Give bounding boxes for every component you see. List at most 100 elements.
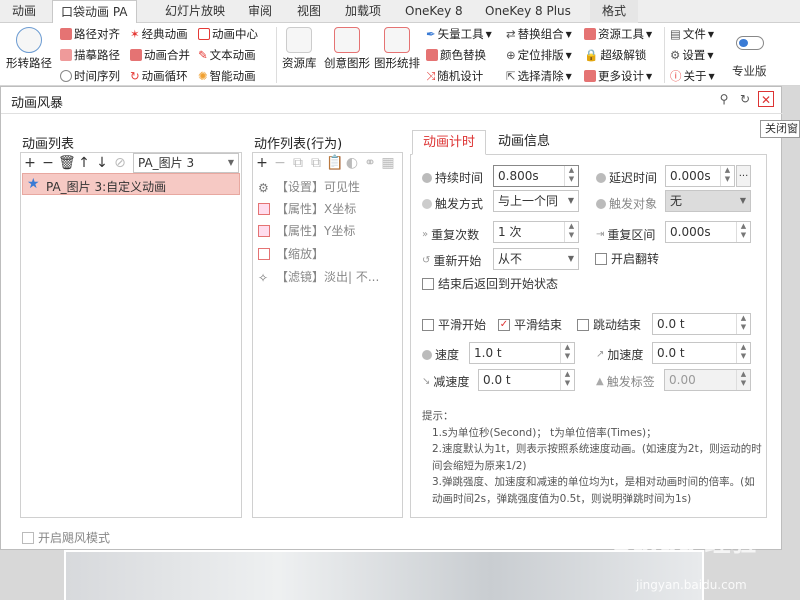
storm-mode-checkbox[interactable]: 开启飓风模式 <box>22 529 110 546</box>
shape-arrange-icon <box>384 27 410 53</box>
accel-field[interactable]: 0.0 t ▲ ▼ <box>652 342 751 364</box>
move-up-icon[interactable]: ↑ <box>76 154 92 172</box>
target-icon: ⊕ <box>506 48 516 62</box>
action-item[interactable]: ✧ 【滤镜】淡出| 不... <box>258 268 379 285</box>
resource-tool-button[interactable]: 资源工具 ▼ <box>584 26 652 42</box>
bounce-field[interactable]: 0.0 t ▲ ▼ <box>652 313 751 335</box>
super-unlock-button[interactable]: 🔒 超级解锁 <box>584 47 646 63</box>
position-layout-button[interactable]: ⊕ 定位排版 ▼ <box>506 47 572 63</box>
action-item[interactable]: ⚙ 【设置】可见性 <box>258 178 360 195</box>
path-align-button[interactable]: 路径对齐 <box>60 26 120 42</box>
tab-addins[interactable]: 加载项 <box>345 0 381 23</box>
checkbox-box[interactable] <box>22 531 34 544</box>
trigger-tag-field[interactable]: 0.00 ▲ ▼ <box>664 369 751 391</box>
paste-action-icon[interactable]: 📋 <box>326 154 343 172</box>
stepper-icon[interactable]: ▲ ▼ <box>560 343 574 363</box>
tab-info[interactable]: 动画信息 <box>488 130 560 155</box>
action-item[interactable]: 【属性】X坐标 <box>258 200 356 217</box>
action-item[interactable]: 【属性】Y坐标 <box>258 222 355 239</box>
vector-tool-button[interactable]: ✒ 矢量工具 ▼ <box>426 26 492 42</box>
anim-select-combo[interactable]: PA_图片 3 ▼ <box>133 153 239 173</box>
add-icon[interactable]: + <box>22 154 38 172</box>
more-options-button[interactable]: ... <box>736 165 751 187</box>
file-menu-button[interactable]: ▤ 文件 ▼ <box>670 26 714 42</box>
remove-icon[interactable]: − <box>40 154 56 172</box>
shape-arrange-button[interactable]: 图形统排 <box>374 27 420 71</box>
tab-format[interactable]: 格式 <box>590 0 639 23</box>
target-label: 触发对象 <box>596 195 657 212</box>
time-sequence-button[interactable]: 时间序列 <box>60 68 120 84</box>
copy-action-icon[interactable]: ⧉ <box>290 154 306 172</box>
stepper-icon[interactable]: ▲ ▼ <box>720 166 734 186</box>
tab-pocket-animation[interactable]: 口袋动画 PA <box>52 0 137 23</box>
smooth-end-checkbox[interactable]: ✓ 平滑结束 <box>498 316 562 333</box>
tab-animation[interactable]: 动画 <box>12 0 36 23</box>
creative-shape-button[interactable]: 创意图形 <box>324 27 370 71</box>
resource-library-button[interactable]: 资源库 <box>282 27 317 71</box>
repeat-field[interactable]: 1 次 ▲ ▼ <box>493 221 579 243</box>
pro-toggle[interactable] <box>736 36 764 50</box>
stepper-icon[interactable]: ▲ ▼ <box>736 222 750 242</box>
trace-path-button[interactable]: 描摹路径 <box>60 47 120 63</box>
cut-action-icon[interactable]: ⧉ <box>308 154 324 172</box>
speed-label: 速度 <box>422 346 459 363</box>
smooth-start-label: 平滑开始 <box>438 318 487 332</box>
trash-icon[interactable]: 🗑 <box>58 154 76 172</box>
toggle-action-icon[interactable]: ◐ <box>344 154 360 172</box>
tab-slideshow[interactable]: 幻灯片放映 <box>165 0 225 23</box>
copy-icon[interactable]: ⊘ <box>112 154 128 172</box>
anim-loop-button[interactable]: ↻ 动画循环 <box>130 68 188 84</box>
checkbox-box[interactable] <box>577 318 589 331</box>
return-start-checkbox[interactable]: 结束后返回到开始状态 <box>422 275 558 292</box>
target-select[interactable]: 无 ▼ <box>665 190 751 212</box>
stepper-icon[interactable]: ▲ ▼ <box>560 370 574 390</box>
stepper-icon[interactable]: ▲ ▼ <box>564 166 578 186</box>
move-down-icon[interactable]: ↓ <box>94 154 110 172</box>
tab-timing[interactable]: 动画计时 <box>412 130 487 155</box>
checkbox-checked[interactable]: ✓ <box>498 318 510 331</box>
text-anim-button[interactable]: ✎ 文本动画 <box>198 47 256 63</box>
refresh-icon[interactable]: ↻ <box>737 91 753 107</box>
repeat-range-field[interactable]: 0.000s ▲ ▼ <box>665 221 751 243</box>
smart-anim-button[interactable]: ✺ 智能动画 <box>198 68 256 84</box>
classic-anim-button[interactable]: ✶ 经典动画 <box>130 26 188 42</box>
delay-field[interactable]: 0.000s ▲ ▼ <box>665 165 735 187</box>
tab-view[interactable]: 视图 <box>297 0 321 23</box>
decel-field[interactable]: 0.0 t ▲ ▼ <box>478 369 575 391</box>
stepper-icon[interactable]: ▲ ▼ <box>736 314 750 334</box>
random-design-button[interactable]: ⤨ 随机设计 <box>426 68 483 84</box>
flip-checkbox[interactable]: 开启翻转 <box>595 250 659 267</box>
close-button[interactable]: ✕ <box>758 91 774 107</box>
speed-field[interactable]: 1.0 t ▲ ▼ <box>469 342 575 364</box>
action-item[interactable]: 【缩放】 <box>258 245 324 262</box>
group-action-icon[interactable]: ⚭ <box>362 154 378 172</box>
anim-merge-button[interactable]: 动画合并 <box>130 47 190 63</box>
add-action-icon[interactable]: + <box>254 154 270 172</box>
tab-onekey8[interactable]: OneKey 8 <box>405 0 463 23</box>
stepper-icon[interactable]: ▲ ▼ <box>564 222 578 242</box>
property-icon <box>258 202 270 215</box>
checkbox-box[interactable] <box>422 277 434 290</box>
trigger-select[interactable]: 与上一个同 ▼ <box>493 190 579 212</box>
settings-menu-button[interactable]: ⚙ 设置 ▼ <box>670 47 713 63</box>
smooth-start-checkbox[interactable]: 平滑开始 <box>422 316 486 333</box>
pin-icon[interactable]: ⚲ <box>716 91 732 107</box>
tab-review[interactable]: 审阅 <box>248 0 272 23</box>
replace-group-button[interactable]: ⇄ 替换组合 ▼ <box>506 26 572 42</box>
more-design-button[interactable]: 更多设计 ▼ <box>584 68 652 84</box>
restart-select[interactable]: 从不 ▼ <box>493 248 579 270</box>
color-replace-button[interactable]: 颜色替换 <box>426 47 486 63</box>
select-clear-button[interactable]: ⇱ 选择清除 ▼ <box>506 68 572 84</box>
grid-action-icon[interactable]: ▦ <box>380 154 396 172</box>
bounce-end-checkbox[interactable]: 跳动结束 <box>577 316 641 333</box>
stepper-icon[interactable]: ▲ ▼ <box>736 343 750 363</box>
tab-onekey8plus[interactable]: OneKey 8 Plus <box>485 0 571 23</box>
checkbox-box[interactable] <box>595 252 607 265</box>
stepper-icon[interactable]: ▲ ▼ <box>736 370 750 390</box>
checkbox-box[interactable] <box>422 318 434 331</box>
remove-action-icon[interactable]: − <box>272 154 288 172</box>
path-rotate-button[interactable]: 形转路径 <box>6 27 52 71</box>
anim-center-button[interactable]: 动画中心 <box>198 26 258 42</box>
duration-field[interactable]: 0.800s ▲ ▼ <box>493 165 579 187</box>
about-menu-button[interactable]: ⓘ 关于 ▼ <box>670 68 715 84</box>
